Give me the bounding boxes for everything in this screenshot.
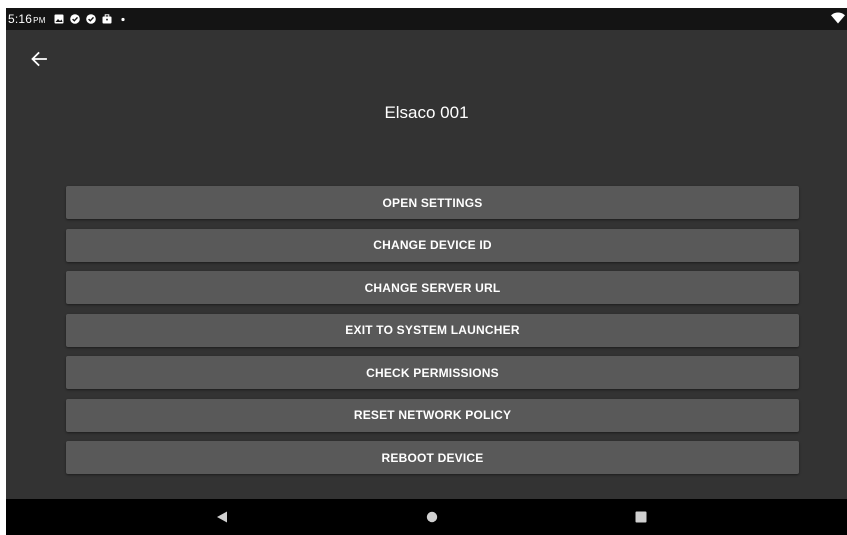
briefcase-icon [102,14,112,24]
navigation-bar [6,499,847,535]
notification-icons [54,14,128,24]
wifi-icon [831,12,845,27]
nav-recents-icon[interactable] [621,499,661,535]
check-permissions-button[interactable]: CHECK PERMISSIONS [66,356,799,389]
exit-to-system-launcher-button[interactable]: EXIT TO SYSTEM LAUNCHER [66,313,799,347]
menu-list: OPEN SETTINGS CHANGE DEVICE ID CHANGE SE… [66,186,799,484]
page-title: Elsaco 001 [384,103,469,122]
back-arrow-icon[interactable] [28,48,50,70]
check-circle-icon [85,14,96,24]
reset-network-policy-button[interactable]: RESET NETWORK POLICY [66,398,799,432]
nav-back-icon[interactable] [202,499,242,535]
status-time: 5:16PM [8,12,46,26]
reboot-device-button[interactable]: REBOOT DEVICE [66,441,799,474]
change-server-url-button[interactable]: CHANGE SERVER URL [66,271,799,304]
app-bar [6,30,847,94]
open-settings-button[interactable]: OPEN SETTINGS [66,186,799,219]
status-time-value: 5:16 [8,12,33,26]
check-circle-icon [69,14,80,24]
status-ampm: PM [33,16,46,25]
nav-home-icon[interactable] [412,499,452,535]
dot-icon [118,14,128,24]
device-screen: 5:16PM Elsaco 001 OPEN SETTINGS CHANGE D… [6,8,847,535]
status-bar: 5:16PM [6,8,847,30]
image-icon [54,14,64,24]
change-device-id-button[interactable]: CHANGE DEVICE ID [66,228,799,262]
